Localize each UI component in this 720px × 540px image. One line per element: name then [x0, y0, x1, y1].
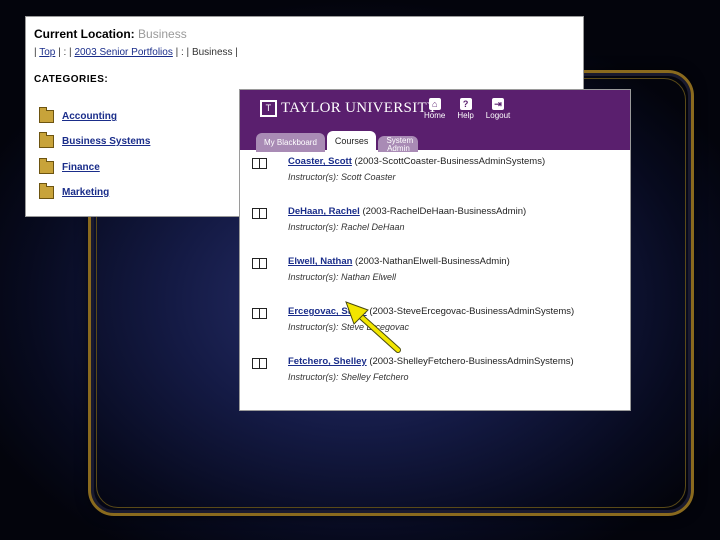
course-title: Fetchero, Shelley (2003-ShelleyFetchero-… — [288, 356, 574, 367]
breadcrumb-separator: | — [34, 47, 37, 58]
course-instructor: Instructor(s): Shelley Fetchero — [288, 372, 409, 382]
university-crest-icon: T — [260, 100, 277, 117]
course-title: Coaster, Scott (2003-ScottCoaster-Busine… — [288, 156, 545, 167]
folder-icon — [39, 158, 54, 174]
category-item[interactable]: Business Systems — [39, 132, 150, 148]
course-code: (2003-RachelDeHaan-BusinessAdmin) — [362, 206, 527, 217]
home-icon: ⌂ — [428, 98, 441, 110]
category-link-business-systems[interactable]: Business Systems — [62, 136, 150, 147]
course-link[interactable]: Coaster, Scott — [288, 156, 352, 167]
tab-bar: My Blackboard Courses System Admin — [256, 131, 419, 153]
breadcrumb-separator: | : | — [175, 47, 190, 58]
category-item[interactable]: Finance — [39, 158, 100, 174]
help-icon: ? — [459, 98, 472, 110]
logout-label: Logout — [485, 111, 511, 120]
logout-link[interactable]: ⇥ Logout — [486, 98, 510, 120]
course-instructor: Instructor(s): Rachel DeHaan — [288, 222, 405, 232]
book-icon — [252, 158, 267, 169]
header-links: ⌂ Home ? Help ⇥ Logout — [424, 98, 510, 120]
course-link[interactable]: DeHaan, Rachel — [288, 206, 360, 217]
breadcrumb-current: Business — [191, 47, 233, 58]
course-instructor: Instructor(s): Scott Coaster — [288, 172, 396, 182]
book-icon — [252, 208, 267, 219]
breadcrumb-separator: | — [235, 47, 238, 58]
location-label: Current Location: — [34, 27, 135, 41]
university-logo: T TAYLOR UNIVERSITY — [260, 100, 438, 117]
tab-courses[interactable]: Courses — [326, 131, 377, 152]
help-link[interactable]: ? Help — [457, 98, 474, 120]
current-location: Current Location: Business — [34, 27, 187, 41]
breadcrumb-portfolios-link[interactable]: 2003 Senior Portfolios — [74, 47, 172, 58]
logo-text: TAYLOR UNIVERSITY — [281, 100, 439, 116]
course-code: (2003-ScottCoaster-BusinessAdminSystems) — [354, 156, 546, 167]
folder-icon — [39, 132, 54, 148]
breadcrumb: | Top | : | 2003 Senior Portfolios | : |… — [34, 47, 238, 58]
location-value: Business — [138, 27, 187, 41]
category-item[interactable]: Marketing — [39, 183, 109, 199]
pointer-arrow-icon — [345, 301, 401, 353]
home-link[interactable]: ⌂ Home — [424, 98, 445, 120]
tab-system-admin[interactable]: System Admin — [378, 136, 419, 153]
folder-icon — [39, 107, 54, 123]
book-icon — [252, 308, 267, 319]
category-link-finance[interactable]: Finance — [62, 162, 100, 173]
course-title: Elwell, Nathan (2003-NathanElwell-Busine… — [288, 256, 510, 267]
course-title: DeHaan, Rachel (2003-RachelDeHaan-Busine… — [288, 206, 526, 217]
tab-my-blackboard[interactable]: My Blackboard — [256, 133, 325, 152]
blackboard-header: T TAYLOR UNIVERSITY ⌂ Home ? Help ⇥ Logo… — [240, 90, 630, 153]
blackboard-courses-screenshot: T TAYLOR UNIVERSITY ⌂ Home ? Help ⇥ Logo… — [239, 89, 631, 411]
category-link-accounting[interactable]: Accounting — [62, 111, 117, 122]
course-link[interactable]: Elwell, Nathan — [288, 256, 352, 267]
breadcrumb-top-link[interactable]: Top — [39, 47, 55, 58]
help-label: Help — [457, 111, 474, 120]
home-label: Home — [424, 111, 446, 120]
breadcrumb-separator: | : | — [58, 47, 72, 58]
folder-icon — [39, 183, 54, 199]
categories-heading: CATEGORIES: — [34, 74, 109, 85]
course-title: Ercegovac, Steve (2003-SteveErcegovac-Bu… — [288, 306, 574, 317]
category-link-marketing[interactable]: Marketing — [62, 187, 109, 198]
book-icon — [252, 358, 267, 369]
category-item[interactable]: Accounting — [39, 107, 117, 123]
book-icon — [252, 258, 267, 269]
logout-icon: ⇥ — [492, 98, 505, 110]
course-code: (2003-NathanElwell-BusinessAdmin) — [355, 256, 510, 267]
course-instructor: Instructor(s): Nathan Elwell — [288, 272, 397, 282]
